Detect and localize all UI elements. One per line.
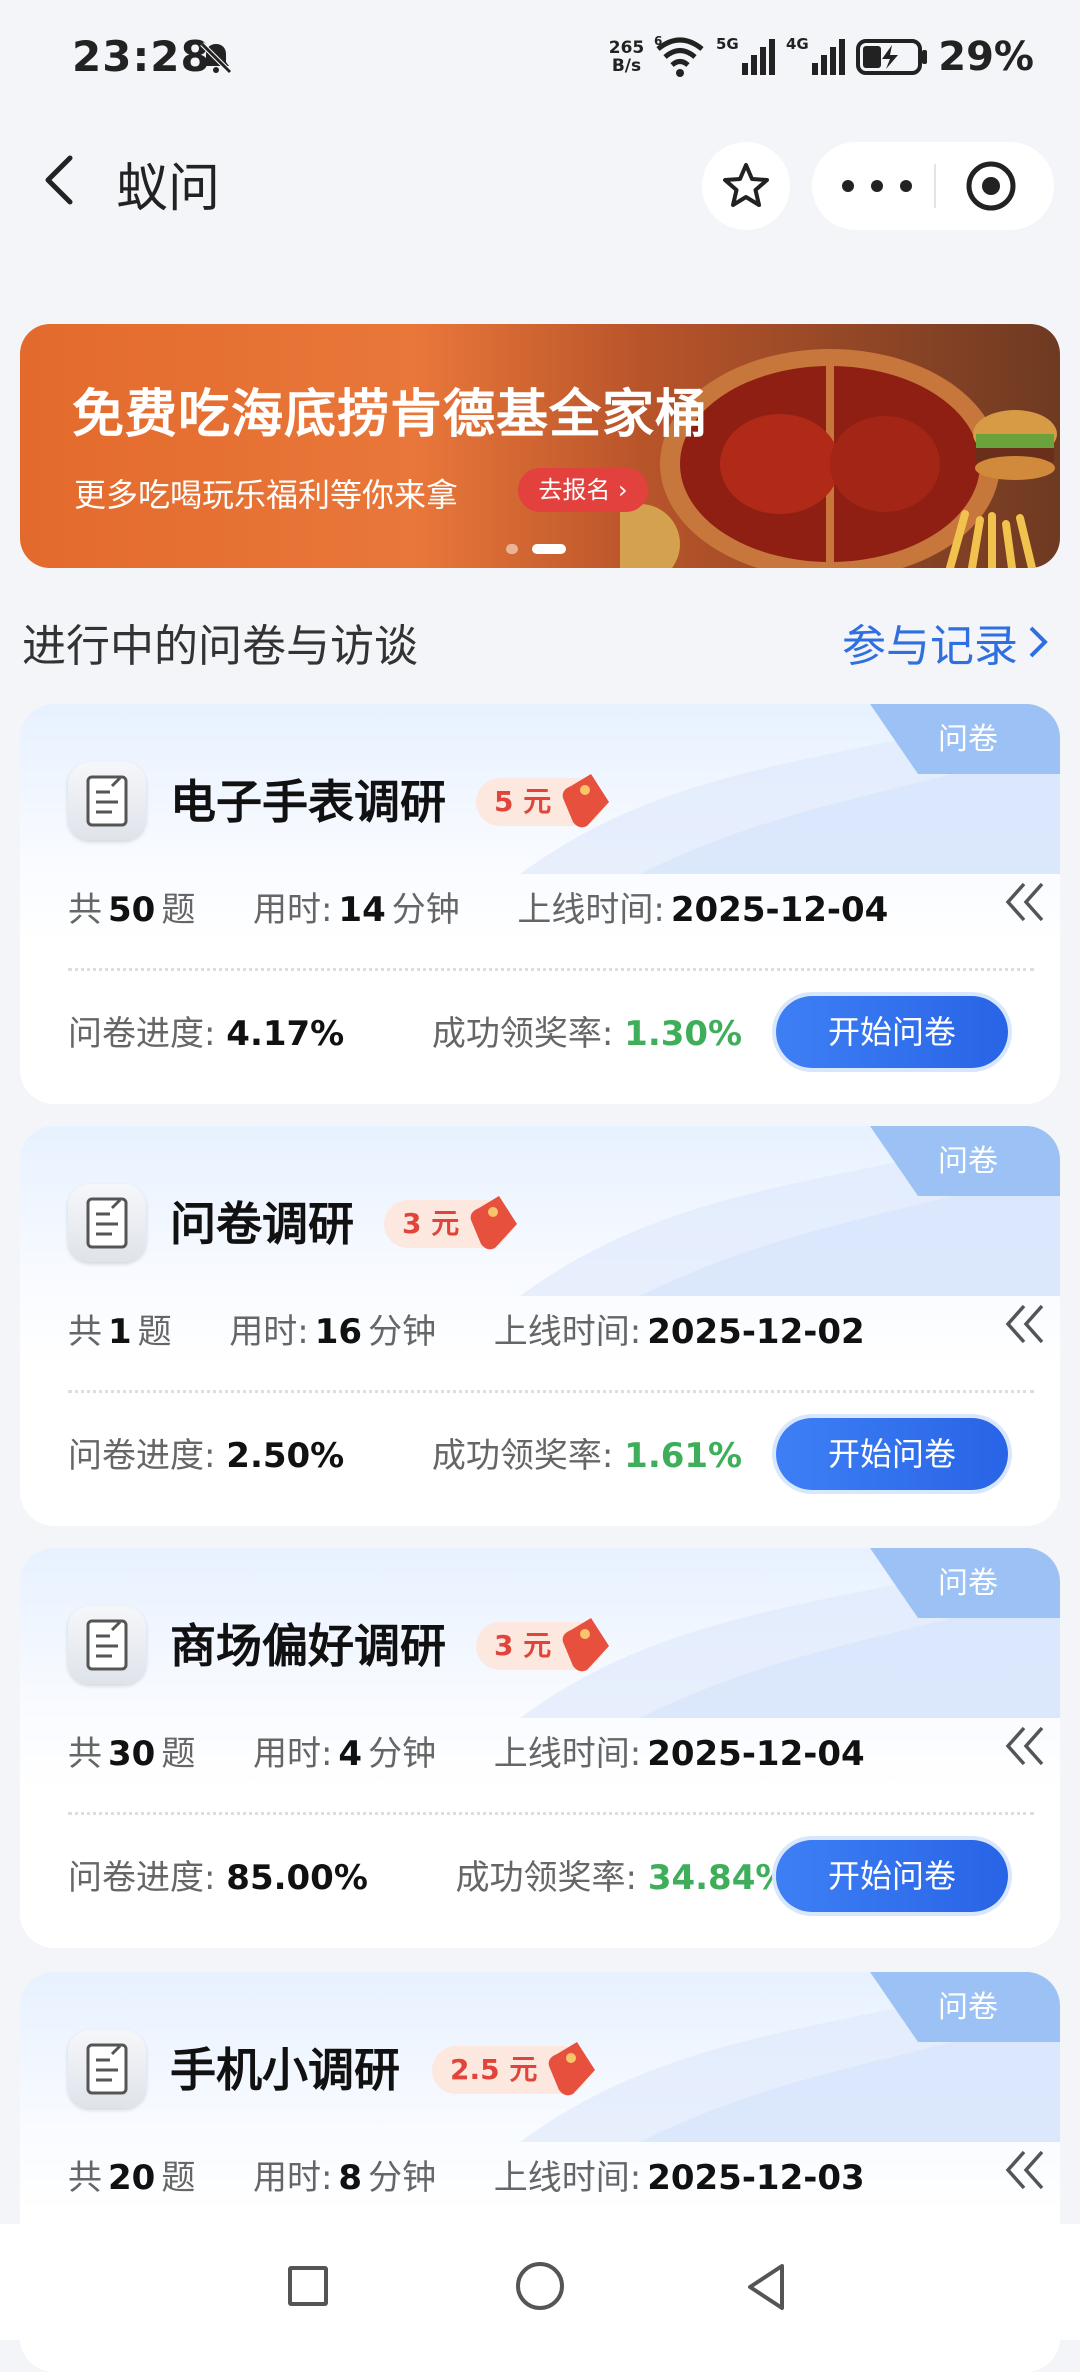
document-icon [68, 1606, 146, 1684]
survey-card[interactable]: 问卷 商场偏好调研 3 元 共 30 题 用时: 4 分钟 上线时间: 2025-12-0… [20, 1548, 1060, 1948]
miniapp-capsule [812, 142, 1054, 230]
question-count: 20 [108, 2158, 156, 2198]
survey-progress: 4.17% [226, 1014, 345, 1054]
system-nav-bar [0, 2224, 1080, 2340]
reward-badge: 3 元 [384, 1196, 518, 1250]
page-title: 蚁问 [116, 159, 221, 219]
home-button[interactable] [516, 2262, 564, 2310]
survey-stats: 问卷进度: 85.00% 成功领奖率: 34.84% [68, 1858, 790, 1898]
start-survey-button[interactable]: 开始问卷 [776, 1840, 1008, 1912]
wifi-badge: 6 [654, 35, 662, 48]
back-icon[interactable] [36, 150, 86, 210]
signal-4g-icon: 4G [786, 35, 846, 75]
online-date: 2025-12-04 [670, 890, 889, 930]
banner-signup-button[interactable]: 去报名 › [518, 468, 648, 512]
top-nav: 蚁问 [0, 120, 1080, 240]
survey-type-tag: 问卷 [938, 722, 998, 757]
wifi-icon: 6 [654, 35, 704, 77]
start-survey-button[interactable]: 开始问卷 [776, 1418, 1008, 1490]
bell-muted-icon [200, 42, 232, 74]
system-back-button[interactable] [742, 2260, 790, 2314]
survey-stats: 问卷进度: 2.50% 成功领奖率: 1.61% [68, 1436, 743, 1476]
duration-minutes: 4 [338, 1734, 363, 1774]
divider [68, 1812, 1034, 1815]
recent-apps-button[interactable] [288, 2266, 328, 2306]
survey-stats: 问卷进度: 4.17% 成功领奖率: 1.30% [68, 1014, 743, 1054]
double-chevron-left-icon[interactable] [1000, 1300, 1052, 1348]
survey-type-tag: 问卷 [938, 1990, 998, 2025]
status-bar: 23:28 265 B/s 6 5G 4G 29% [0, 0, 1080, 120]
chevron-right-icon [1029, 626, 1048, 658]
survey-meta: 共 30 题 用时: 4 分钟 上线时间: 2025-12-04 [68, 1734, 865, 1774]
survey-meta: 共1题 用时: 16 分钟 上线时间: 2025-12-02 [68, 1312, 865, 1352]
banner-pagination [506, 544, 566, 554]
award-rate: 1.61% [624, 1436, 743, 1476]
signal-5g-icon: 5G [716, 35, 776, 75]
participation-records-link[interactable]: 参与记录 [842, 610, 1050, 674]
question-count: 30 [108, 1734, 156, 1774]
document-icon [68, 762, 146, 840]
battery-charging-icon [856, 39, 928, 75]
survey-meta: 共 20 题 用时: 8 分钟 上线时间: 2025-12-03 [68, 2158, 865, 2198]
battery-percent: 29% [938, 34, 1034, 80]
double-chevron-left-icon[interactable] [1000, 2146, 1052, 2194]
duration-minutes: 8 [338, 2158, 363, 2198]
price-tag-icon [470, 1196, 518, 1250]
question-count: 1 [108, 1312, 132, 1352]
survey-card[interactable]: 问卷 电子手表调研 5 元 共 50 题 用时: 14 分钟 上线时间: 2025-12-… [20, 704, 1060, 1104]
status-time: 23:28 [72, 32, 211, 81]
award-rate: 34.84% [647, 1858, 790, 1898]
survey-progress: 85.00% [226, 1858, 368, 1898]
survey-title: 问卷调研 [170, 1197, 354, 1251]
duration-minutes: 16 [314, 1312, 363, 1352]
reward-badge: 5 元 [476, 774, 610, 828]
double-chevron-left-icon[interactable] [1000, 1722, 1052, 1770]
sim1-label: 5G [716, 35, 739, 53]
survey-title: 商场偏好调研 [170, 1619, 446, 1673]
capsule-divider [934, 164, 936, 208]
question-count: 50 [108, 890, 156, 930]
survey-meta: 共 50 题 用时: 14 分钟 上线时间: 2025-12-04 [68, 890, 889, 930]
reward-amount: 5 元 [494, 785, 552, 818]
banner-dot [506, 544, 518, 554]
reward-amount: 2.5 元 [450, 2053, 538, 2086]
online-date: 2025-12-03 [647, 2158, 865, 2198]
survey-type-tag: 问卷 [938, 1566, 998, 1601]
survey-type-tag: 问卷 [938, 1144, 998, 1179]
double-chevron-left-icon[interactable] [1000, 878, 1052, 926]
promo-banner[interactable]: 免费吃海底捞肯德基全家桶 更多吃喝玩乐福利等你来拿 去报名 › [20, 324, 1060, 568]
favorite-button[interactable] [702, 142, 790, 230]
survey-card[interactable]: 问卷 问卷调研 3 元 共1题 用时: 16 分钟 上线时间: 2025-12-02 [20, 1126, 1060, 1526]
reward-badge: 3 元 [476, 1618, 610, 1672]
net-speed: 265 B/s [608, 38, 645, 76]
reward-badge: 2.5 元 [432, 2042, 596, 2096]
award-rate: 1.30% [624, 1014, 743, 1054]
price-tag-icon [549, 2042, 596, 2096]
survey-title: 手机小调研 [170, 2043, 400, 2097]
reward-amount: 3 元 [494, 1629, 552, 1662]
reward-amount: 3 元 [402, 1207, 460, 1240]
target-icon[interactable] [964, 159, 1018, 213]
online-date: 2025-12-04 [647, 1734, 865, 1774]
survey-progress: 2.50% [226, 1436, 345, 1476]
banner-dot-active [532, 544, 566, 554]
online-date: 2025-12-02 [647, 1312, 865, 1352]
banner-title: 免费吃海底捞肯德基全家桶 [72, 385, 709, 445]
status-icons: 265 B/s 6 5G 4G 29% [609, 30, 1034, 84]
divider [68, 968, 1034, 971]
document-icon [68, 2030, 146, 2108]
sim2-label: 4G [786, 35, 809, 53]
divider [68, 1390, 1034, 1393]
more-icon[interactable] [842, 160, 912, 212]
start-survey-button[interactable]: 开始问卷 [776, 996, 1008, 1068]
survey-title: 电子手表调研 [170, 775, 446, 829]
price-tag-icon [562, 1618, 610, 1672]
duration-minutes: 14 [338, 890, 386, 930]
section-title: 进行中的问卷与访谈 [22, 621, 418, 672]
star-icon [723, 163, 769, 207]
document-icon [68, 1184, 146, 1262]
banner-subtitle: 更多吃喝玩乐福利等你来拿 [74, 476, 459, 514]
price-tag-icon [562, 774, 610, 828]
